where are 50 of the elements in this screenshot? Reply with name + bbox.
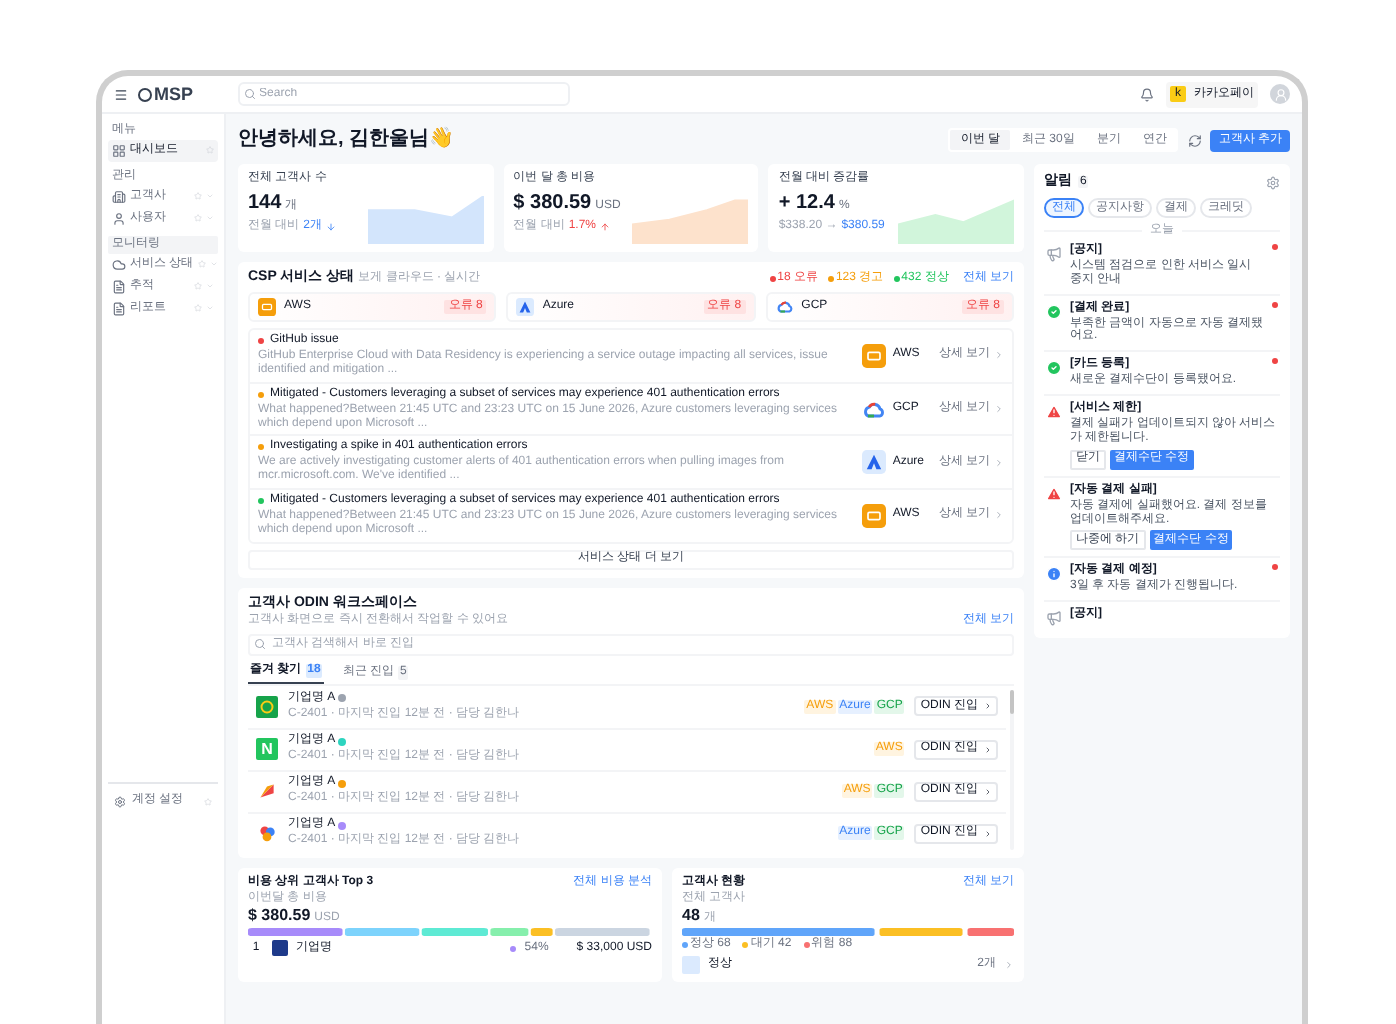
- status-value: 48: [682, 906, 700, 926]
- arrow-down-icon: [326, 222, 337, 233]
- chevron-right-icon[interactable]: [994, 404, 1004, 415]
- chevron-right-icon[interactable]: [994, 350, 1004, 361]
- company-logo: [272, 940, 288, 957]
- megaphone-icon: [1046, 610, 1062, 627]
- settings-icon[interactable]: [114, 795, 126, 808]
- person-icon: [1273, 87, 1287, 101]
- cloud-logo-icon: [775, 298, 794, 317]
- azure-logo-icon: [862, 450, 887, 475]
- document-icon: [112, 279, 126, 294]
- customer-logo: [256, 822, 278, 845]
- star-icon[interactable]: [197, 260, 206, 269]
- arrow-up-icon: [600, 222, 611, 233]
- check-circle-icon: [1046, 360, 1062, 377]
- document-icon: [112, 301, 126, 316]
- cost-value: $ 380.59: [248, 906, 311, 926]
- stat-value: 144: [248, 191, 282, 215]
- customer-logo: N: [256, 738, 278, 761]
- menu-icon[interactable]: [114, 87, 128, 101]
- aws-logo-icon: [258, 298, 276, 317]
- chevron-right-icon[interactable]: [994, 457, 1004, 468]
- cloud-icon: [112, 257, 126, 272]
- avatar[interactable]: [1270, 84, 1290, 104]
- grid-icon: [112, 143, 126, 158]
- check-circle-icon: [1046, 303, 1062, 320]
- cloud-logo-icon: [862, 397, 887, 422]
- aws-logo-icon: [862, 343, 887, 368]
- azure-logo-icon: [516, 298, 535, 317]
- building-icon: [112, 189, 126, 204]
- bell-icon[interactable]: [1140, 87, 1154, 101]
- customer-logo: [256, 780, 278, 803]
- aws-logo-icon: [862, 503, 887, 528]
- greeting: 안녕하세요, 김한울님👋: [238, 128, 456, 152]
- chevron-right-icon[interactable]: [1004, 960, 1014, 971]
- info-icon: [1046, 566, 1062, 583]
- search-icon: [243, 88, 256, 100]
- warning-icon: [1046, 485, 1062, 502]
- stat-value: + 12.4: [778, 191, 835, 215]
- logo-text: MSP: [154, 83, 194, 105]
- chevron-right-icon[interactable]: [994, 510, 1004, 521]
- customer-logo: [256, 695, 278, 718]
- stat-value: $ 380.59: [513, 191, 592, 215]
- warning-icon: [1046, 404, 1062, 421]
- search-icon: [254, 638, 266, 651]
- user-icon: [112, 211, 126, 226]
- megaphone-icon: [1046, 245, 1062, 262]
- logo-ring-icon: [138, 87, 152, 101]
- settings-icon[interactable]: [1266, 175, 1280, 190]
- refresh-icon[interactable]: [1188, 133, 1203, 147]
